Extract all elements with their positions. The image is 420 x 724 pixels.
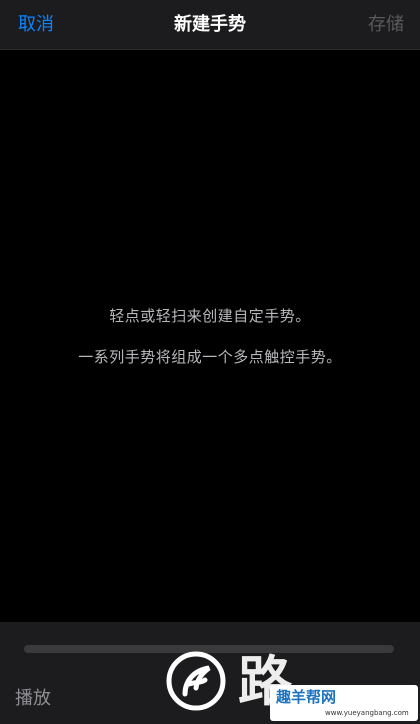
new-gesture-screen: 取消 新建手势 存储 轻点或轻扫来创建自定手势。 一系列手势将组成一个多点触控手…	[0, 0, 420, 724]
watermark-logo-icon	[166, 651, 226, 711]
save-button[interactable]: 存储	[368, 12, 404, 38]
gesture-hint-multitouch: 一系列手势将组成一个多点触控手势。	[78, 348, 342, 366]
page-title: 新建手势	[174, 14, 246, 35]
gesture-canvas[interactable]: 轻点或轻扫来创建自定手势。 一系列手势将组成一个多点触控手势。	[0, 50, 420, 622]
navigation-bar: 取消 新建手势 存储	[0, 0, 420, 50]
watermark-url: www.yueyangbang.com	[325, 709, 409, 717]
gesture-hint-tap-swipe: 轻点或轻扫来创建自定手势。	[109, 307, 311, 325]
play-button[interactable]: 播放	[15, 686, 51, 712]
watermark-site-name: 趣羊帮网	[276, 688, 337, 706]
